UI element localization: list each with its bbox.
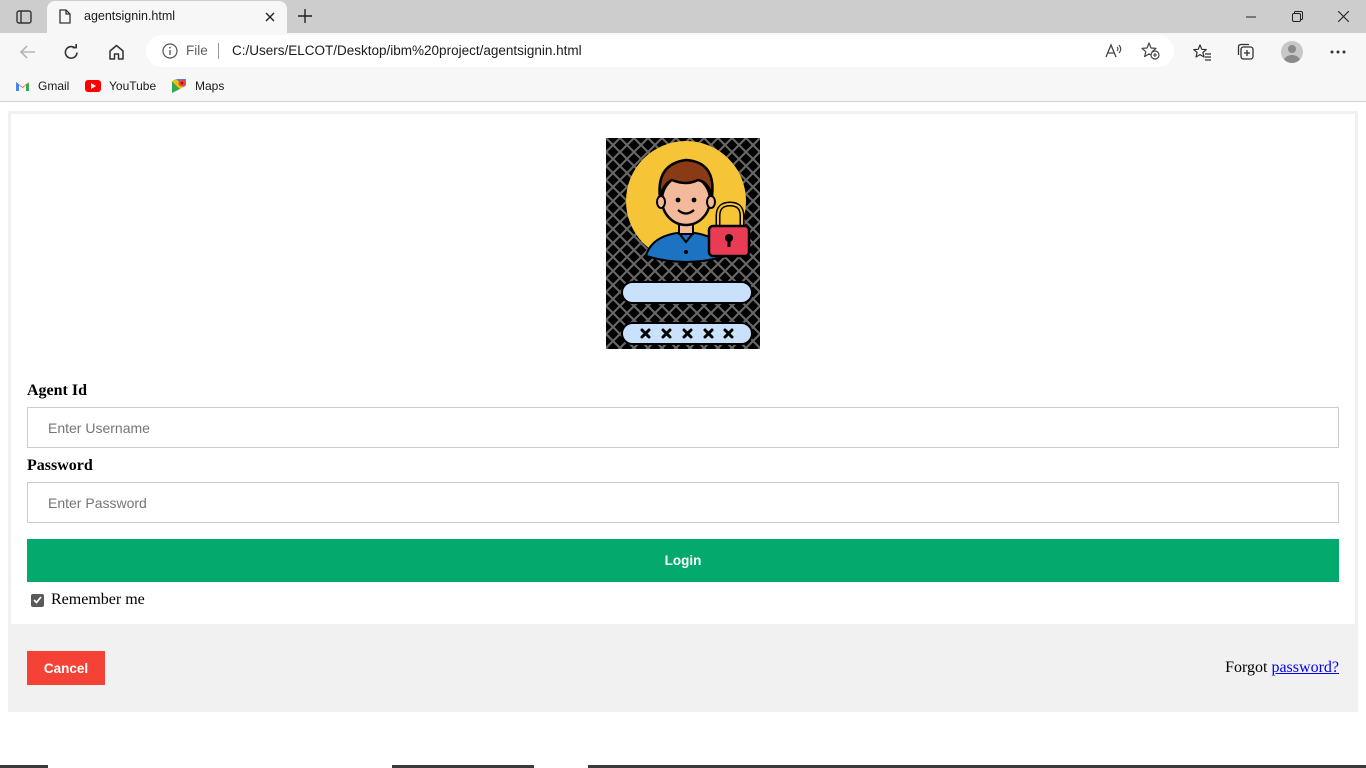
forgot-password-link[interactable]: password? xyxy=(1271,659,1339,676)
profile-avatar[interactable] xyxy=(1277,37,1307,67)
bookmark-label: Gmail xyxy=(38,79,70,93)
read-aloud-icon[interactable] xyxy=(1103,41,1125,61)
bookmark-label: Maps xyxy=(195,79,225,93)
password-label: Password xyxy=(27,457,93,474)
more-options-icon[interactable] xyxy=(1323,37,1353,67)
forgot-prefix: Forgot xyxy=(1225,659,1268,676)
address-bar[interactable]: File C:/Users/ELCOT/Desktop/ibm%20projec… xyxy=(146,35,1174,67)
tab-title: agentsignin.html xyxy=(84,9,176,23)
bookmark-label: YouTube xyxy=(109,79,157,93)
favorites-icon[interactable] xyxy=(1187,37,1217,67)
login-button[interactable]: Login xyxy=(27,539,1339,582)
remember-me-label: Remember me xyxy=(51,591,145,608)
bookmark-youtube[interactable]: YouTube xyxy=(85,76,156,96)
login-form: Agent Id Password Login Remember me xyxy=(8,111,1358,627)
add-favorite-icon[interactable] xyxy=(1139,41,1161,61)
agent-id-label: Agent Id xyxy=(27,382,88,399)
collections-icon[interactable] xyxy=(1231,37,1261,67)
youtube-icon xyxy=(85,80,101,92)
protocol-label: File xyxy=(186,43,208,58)
active-tab[interactable]: agentsignin.html xyxy=(47,1,287,33)
username-input[interactable] xyxy=(27,407,1339,448)
gmail-icon xyxy=(16,82,29,91)
close-tab-icon[interactable] xyxy=(261,8,279,26)
bookmark-maps[interactable]: Maps xyxy=(171,76,224,96)
tab-bar: agentsignin.html xyxy=(0,0,1366,33)
file-icon xyxy=(59,9,71,29)
remember-me-row: Remember me xyxy=(31,591,145,609)
home-icon[interactable] xyxy=(102,38,130,66)
url-text[interactable]: C:/Users/ELCOT/Desktop/ibm%20project/age… xyxy=(232,43,582,58)
user-lock-avatar-image xyxy=(606,138,760,349)
maps-icon xyxy=(172,79,186,93)
password-input[interactable] xyxy=(27,482,1339,523)
minimize-icon[interactable] xyxy=(1228,0,1274,33)
close-window-icon[interactable] xyxy=(1320,0,1366,33)
bookmarks-bar: Gmail YouTube Maps xyxy=(0,70,1366,102)
browser-toolbar: File C:/Users/ELCOT/Desktop/ibm%20projec… xyxy=(0,33,1366,70)
refresh-icon[interactable] xyxy=(57,38,85,66)
remember-me-checkbox[interactable] xyxy=(31,593,44,607)
address-divider xyxy=(218,43,219,59)
tab-actions-icon[interactable] xyxy=(12,6,36,28)
page-content: Agent Id Password Login Remember me Canc… xyxy=(0,103,1366,768)
cancel-button[interactable]: Cancel xyxy=(27,651,105,685)
back-icon[interactable] xyxy=(14,38,42,66)
bookmark-gmail[interactable]: Gmail xyxy=(15,76,69,96)
forgot-password-text: Forgot password? xyxy=(1225,659,1339,677)
form-footer: Cancel Forgot password? xyxy=(8,627,1358,712)
new-tab-icon[interactable] xyxy=(293,5,317,27)
restore-icon[interactable] xyxy=(1274,0,1320,33)
info-icon[interactable] xyxy=(162,43,178,64)
